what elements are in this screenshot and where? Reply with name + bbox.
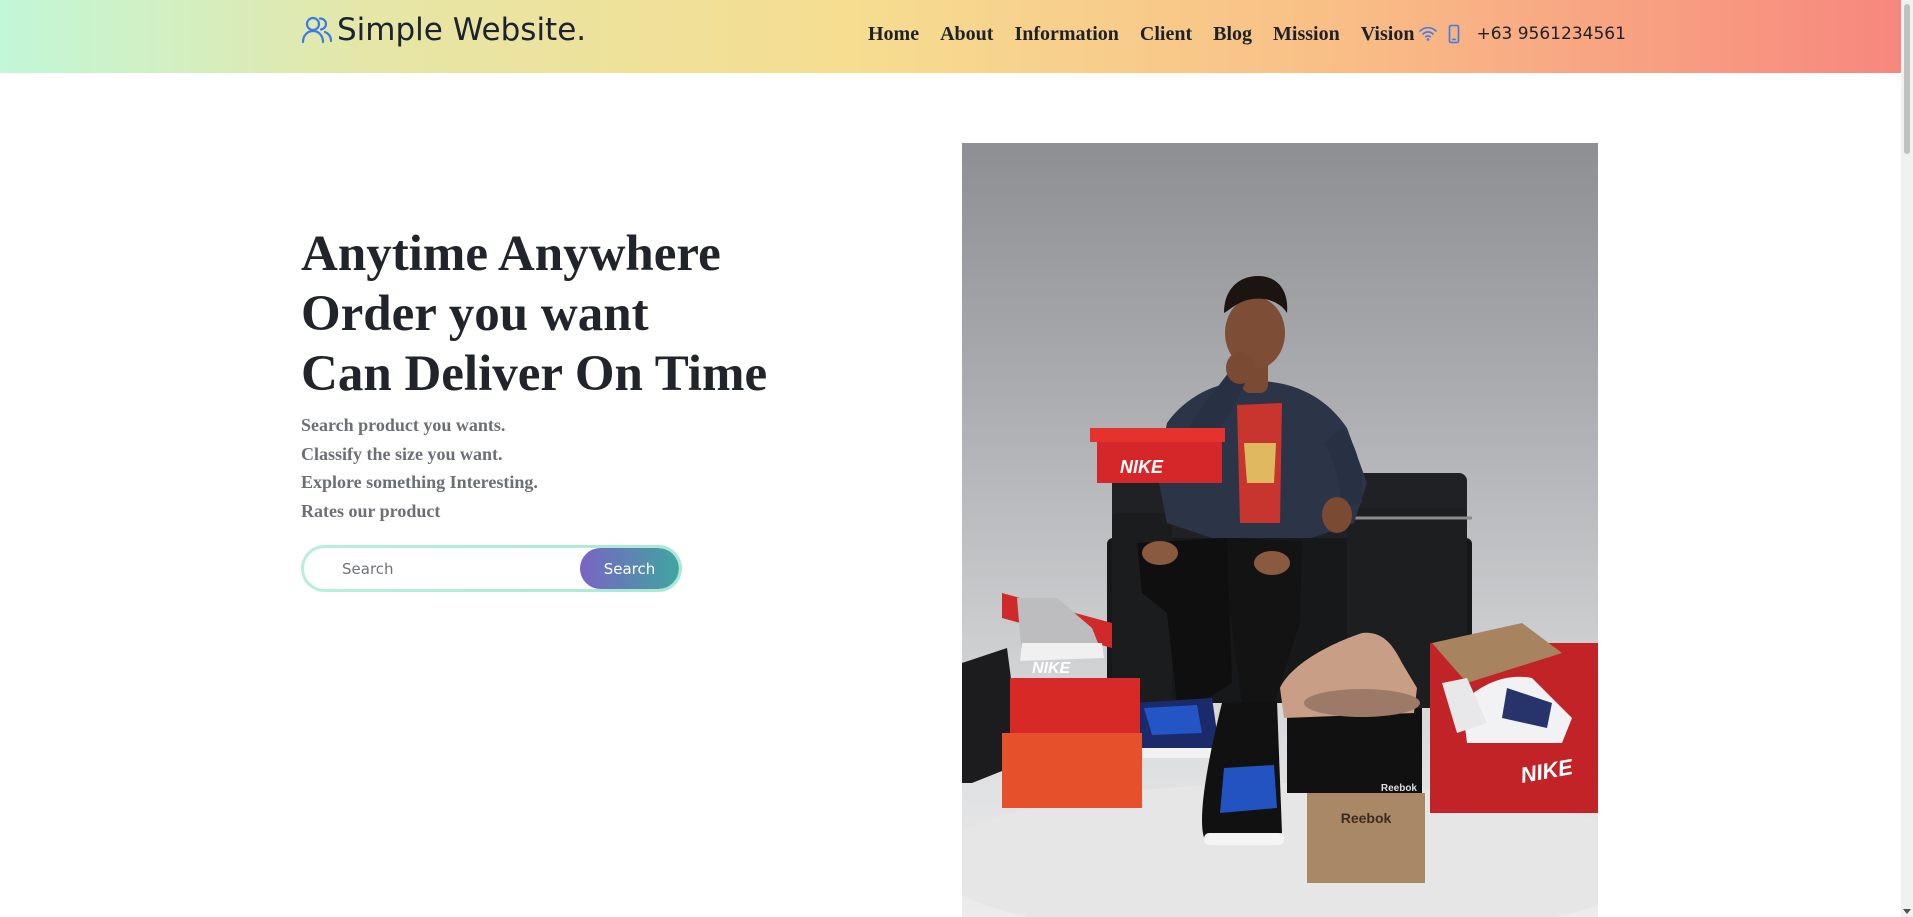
scrollbar-thumb[interactable] — [1904, 4, 1910, 154]
svg-text:NIKE: NIKE — [1032, 660, 1072, 677]
search-bar-inner: Search — [304, 548, 679, 589]
phone-icon — [1449, 24, 1460, 44]
top-navbar: Simple Website. Home About Information C… — [0, 0, 1901, 73]
nav-home[interactable]: Home — [868, 23, 919, 46]
nav-information[interactable]: Information — [1014, 23, 1118, 46]
nav-client[interactable]: Client — [1140, 23, 1192, 46]
search-button[interactable]: Search — [580, 548, 679, 589]
brand-name: Simple Website. — [337, 12, 587, 48]
nav-about[interactable]: About — [940, 23, 993, 46]
hero-photo-illustration: NIKE NIKE Reebok Reebok NIKE — [962, 276, 1598, 917]
phone-number[interactable]: +63 9561234561 — [1476, 24, 1625, 44]
feature-item: Classify the size you want. — [301, 443, 503, 464]
main-nav: Home About Information Client Blog Missi… — [868, 19, 1626, 49]
nav-vision[interactable]: Vision — [1361, 23, 1415, 46]
feature-list: Search product you wants. Classify the s… — [301, 411, 538, 525]
hero-title: Anytime Anywhere Order you want Can Deli… — [301, 224, 767, 404]
svg-text:Reebok: Reebok — [1381, 783, 1418, 794]
nav-mission[interactable]: Mission — [1273, 23, 1340, 46]
users-icon — [301, 16, 333, 44]
feature-item: Explore something Interesting. — [301, 472, 538, 492]
scroll-down-arrow-icon[interactable] — [1903, 909, 1911, 914]
svg-text:NIKE: NIKE — [1120, 457, 1164, 477]
nav-blog[interactable]: Blog — [1213, 23, 1252, 46]
feature-item: Rates our product — [301, 500, 441, 521]
page-scrollbar[interactable] — [1901, 0, 1913, 917]
page: Simple Website. Home About Information C… — [0, 0, 1913, 917]
svg-text:Reebok: Reebok — [1341, 810, 1392, 826]
search-input[interactable] — [342, 548, 572, 589]
hero-title-line: Anytime Anywhere — [301, 226, 721, 282]
wifi-icon — [1419, 26, 1438, 41]
hero-title-line: Can Deliver On Time — [301, 346, 768, 402]
brand[interactable]: Simple Website. — [301, 10, 586, 50]
hero-image-sneakers: NIKE NIKE Reebok Reebok NIKE — [962, 143, 1598, 917]
feature-item: Search product you wants. — [301, 415, 506, 435]
hero-title-line: Order you want — [301, 286, 649, 342]
search-bar: Search — [301, 545, 682, 592]
